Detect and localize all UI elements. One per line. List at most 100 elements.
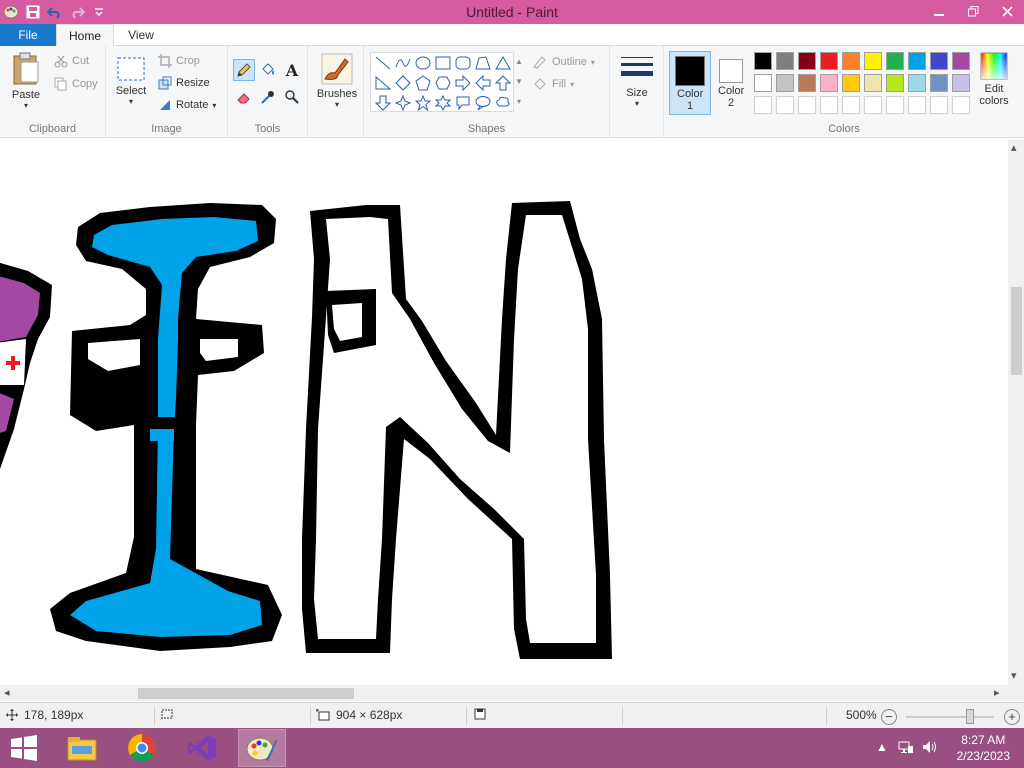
up-arrow-shape-icon[interactable]	[493, 73, 513, 93]
palette-swatch[interactable]	[930, 52, 948, 70]
rectangle-shape-icon[interactable]	[433, 53, 453, 73]
down-arrow-shape-icon[interactable]	[373, 93, 393, 113]
taskbar-chrome[interactable]	[118, 729, 166, 767]
triangle-shape-icon[interactable]	[493, 53, 513, 73]
palette-swatch[interactable]	[754, 74, 772, 92]
tab-file[interactable]: File	[0, 24, 56, 46]
polygon-shape-icon[interactable]	[473, 53, 493, 73]
custom-color-slot[interactable]	[930, 96, 948, 114]
color-picker-icon[interactable]	[257, 86, 279, 108]
six-point-star-shape-icon[interactable]	[433, 93, 453, 113]
color2-button[interactable]: Color 2	[714, 51, 748, 115]
pentagon-shape-icon[interactable]	[413, 73, 433, 93]
right-arrow-shape-icon[interactable]	[453, 73, 473, 93]
custom-color-slot[interactable]	[754, 96, 772, 114]
show-hidden-icons[interactable]: ▲	[876, 740, 888, 754]
zoom-in-button[interactable]: +	[1004, 709, 1020, 725]
close-button[interactable]	[990, 0, 1024, 22]
scroll-right-arrow[interactable]: ▸	[994, 686, 1000, 699]
fill-button[interactable]: Fill ▾	[532, 74, 574, 94]
pencil-icon[interactable]	[233, 59, 255, 81]
custom-color-slot[interactable]	[864, 96, 882, 114]
custom-color-slot[interactable]	[798, 96, 816, 114]
palette-swatch[interactable]	[798, 52, 816, 70]
palette-swatch[interactable]	[776, 52, 794, 70]
scroll-up-arrow[interactable]: ▴	[1011, 141, 1017, 154]
right-triangle-shape-icon[interactable]	[373, 73, 393, 93]
palette-swatch[interactable]	[864, 52, 882, 70]
palette-swatch[interactable]	[776, 74, 794, 92]
palette-swatch[interactable]	[886, 52, 904, 70]
brushes-button[interactable]: Brushes ▾	[312, 53, 362, 109]
shapes-scroll[interactable]: ▲ ▼ ▾	[514, 52, 524, 112]
zoom-slider-thumb[interactable]	[966, 709, 974, 724]
palette-swatch[interactable]	[842, 52, 860, 70]
horizontal-scroll-thumb[interactable]	[138, 688, 354, 699]
volume-icon[interactable]	[922, 740, 938, 757]
palette-swatch[interactable]	[842, 74, 860, 92]
custom-color-slot[interactable]	[886, 96, 904, 114]
five-point-star-shape-icon[interactable]	[413, 93, 433, 113]
palette-swatch[interactable]	[908, 74, 926, 92]
zoom-out-button[interactable]: −	[881, 709, 897, 725]
cloud-callout-shape-icon[interactable]	[493, 93, 513, 113]
line-shape-icon[interactable]	[373, 53, 393, 73]
tab-view[interactable]: View	[116, 24, 166, 46]
custom-color-slot[interactable]	[908, 96, 926, 114]
palette-swatch[interactable]	[952, 52, 970, 70]
palette-swatch[interactable]	[754, 52, 772, 70]
drawing-canvas[interactable]	[0, 139, 1008, 685]
scroll-left-arrow[interactable]: ◂	[4, 686, 10, 699]
palette-swatch[interactable]	[930, 74, 948, 92]
custom-color-slot[interactable]	[776, 96, 794, 114]
restore-button[interactable]	[956, 0, 990, 22]
zoom-slider-track[interactable]	[906, 716, 994, 718]
color1-button[interactable]: Color 1	[669, 51, 711, 115]
taskbar-file-explorer[interactable]	[58, 729, 106, 767]
curve-shape-icon[interactable]	[393, 53, 413, 73]
taskbar-clock[interactable]: 8:27 AM 2/23/2023	[957, 732, 1010, 764]
palette-swatch[interactable]	[820, 74, 838, 92]
rotate-button[interactable]: Rotate ▾	[158, 95, 216, 115]
palette-swatch[interactable]	[952, 74, 970, 92]
resize-button[interactable]: Resize	[158, 73, 210, 93]
vertical-scrollbar[interactable]: ▴ ▾	[1008, 139, 1024, 685]
tab-home[interactable]: Home	[56, 24, 114, 47]
palette-swatch[interactable]	[820, 52, 838, 70]
palette-swatch[interactable]	[798, 74, 816, 92]
outline-button[interactable]: Outline ▾	[532, 52, 595, 72]
oval-callout-shape-icon[interactable]	[473, 93, 493, 113]
custom-color-slot[interactable]	[952, 96, 970, 114]
palette-swatch[interactable]	[908, 52, 926, 70]
taskbar-visual-studio[interactable]	[178, 729, 226, 767]
diamond-shape-icon[interactable]	[393, 73, 413, 93]
scroll-down-arrow[interactable]: ▾	[1011, 669, 1017, 682]
fill-bucket-icon[interactable]	[257, 59, 279, 81]
edit-colors-button[interactable]: Edit colors	[974, 52, 1014, 107]
hexagon-shape-icon[interactable]	[433, 73, 453, 93]
size-button[interactable]: Size ▾	[616, 54, 658, 108]
palette-swatch[interactable]	[886, 74, 904, 92]
magnifier-icon[interactable]	[281, 86, 303, 108]
rounded-callout-shape-icon[interactable]	[453, 93, 473, 113]
select-button[interactable]: Select ▾	[114, 56, 148, 106]
horizontal-scrollbar[interactable]: ◂ ▸	[0, 685, 1024, 701]
minimize-button[interactable]	[922, 0, 956, 22]
text-icon[interactable]: A	[281, 59, 303, 81]
copy-button[interactable]: Copy	[54, 74, 98, 94]
taskbar-paint[interactable]	[238, 729, 286, 767]
crop-button[interactable]: Crop	[158, 51, 200, 71]
start-button[interactable]	[0, 729, 48, 767]
network-icon[interactable]	[898, 740, 914, 757]
rounded-rectangle-shape-icon[interactable]	[453, 53, 473, 73]
custom-color-slot[interactable]	[842, 96, 860, 114]
custom-color-slot[interactable]	[820, 96, 838, 114]
paste-button[interactable]: Paste ▾	[6, 52, 46, 110]
palette-swatch[interactable]	[864, 74, 882, 92]
cut-button[interactable]: Cut	[54, 51, 89, 71]
oval-shape-icon[interactable]	[413, 53, 433, 73]
vertical-scroll-thumb[interactable]	[1011, 287, 1022, 375]
eraser-icon[interactable]	[233, 86, 255, 108]
left-arrow-shape-icon[interactable]	[473, 73, 493, 93]
four-point-star-shape-icon[interactable]	[393, 93, 413, 113]
